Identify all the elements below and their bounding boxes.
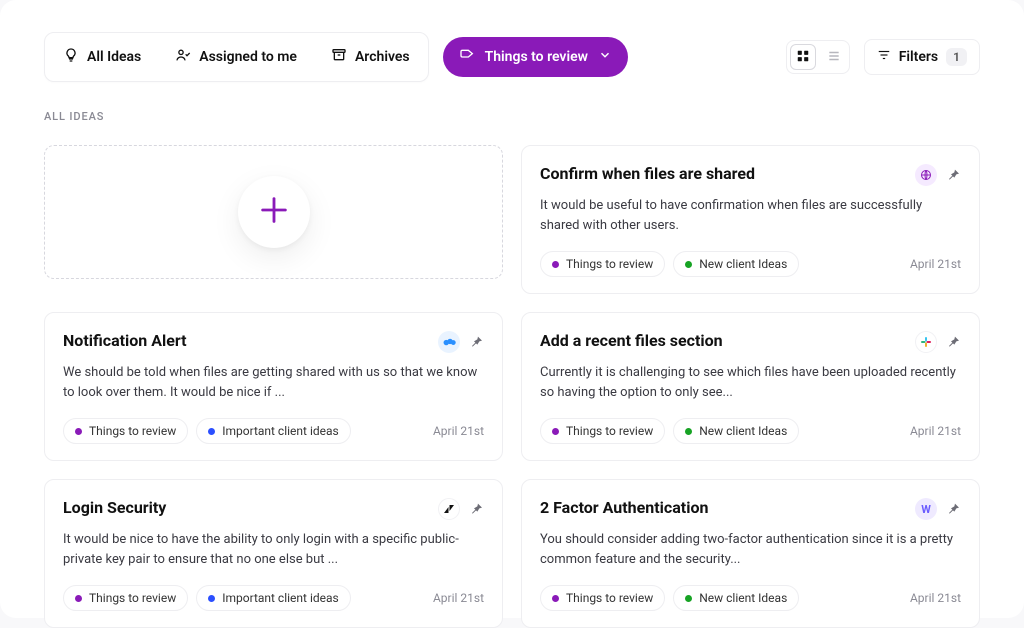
dot-icon bbox=[685, 261, 692, 268]
zendesk-icon bbox=[438, 498, 460, 520]
slack-icon bbox=[915, 331, 937, 353]
card-date: April 21st bbox=[433, 424, 484, 438]
card-title: 2 Factor Authentication bbox=[540, 498, 708, 517]
filters-label: Filters bbox=[899, 49, 938, 65]
pin-icon[interactable] bbox=[468, 501, 484, 517]
tag-review[interactable]: Things to review bbox=[540, 418, 665, 444]
tag-secondary[interactable]: New client Ideas bbox=[673, 585, 799, 611]
tag-secondary[interactable]: New client Ideas bbox=[673, 418, 799, 444]
card-description: We should be told when files are getting… bbox=[63, 363, 484, 402]
nav-review-label: Things to review bbox=[485, 49, 588, 65]
pin-icon[interactable] bbox=[468, 334, 484, 350]
section-heading: ALL IDEAS bbox=[44, 110, 980, 123]
top-bar: All Ideas Assigned to me Archives bbox=[44, 32, 980, 82]
dot-icon bbox=[75, 595, 82, 602]
nav-assigned-label: Assigned to me bbox=[199, 49, 297, 65]
card-description: It would be useful to have confirmation … bbox=[540, 196, 961, 235]
nav-things-to-review[interactable]: Things to review bbox=[443, 37, 628, 77]
dot-icon bbox=[685, 428, 692, 435]
tag-review[interactable]: Things to review bbox=[540, 251, 665, 277]
view-grid-button[interactable] bbox=[790, 44, 816, 70]
pin-icon[interactable] bbox=[945, 167, 961, 183]
cards-grid: Confirm when files are shared It would b… bbox=[44, 145, 980, 628]
card-description: Currently it is challenging to see which… bbox=[540, 363, 961, 402]
pin-icon[interactable] bbox=[945, 334, 961, 350]
idea-card[interactable]: Login Security It would be nice to have … bbox=[44, 479, 503, 628]
card-title: Notification Alert bbox=[63, 331, 187, 350]
nav-all-ideas[interactable]: All Ideas bbox=[53, 39, 151, 75]
dot-icon bbox=[75, 428, 82, 435]
filters-count-badge: 1 bbox=[946, 48, 967, 66]
filters-button[interactable]: Filters 1 bbox=[864, 39, 980, 75]
idea-card[interactable]: Add a recent files section Currently it … bbox=[521, 312, 980, 461]
dot-icon bbox=[208, 428, 215, 435]
dot-icon bbox=[552, 261, 559, 268]
view-toggle bbox=[786, 40, 850, 74]
salesforce-icon bbox=[438, 331, 460, 353]
card-date: April 21st bbox=[433, 591, 484, 605]
tag-review[interactable]: Things to review bbox=[540, 585, 665, 611]
nav-archives-label: Archives bbox=[355, 49, 410, 65]
w-icon: W bbox=[915, 498, 937, 520]
archive-icon bbox=[331, 47, 347, 67]
card-date: April 21st bbox=[910, 424, 961, 438]
tag-secondary[interactable]: Important client ideas bbox=[196, 418, 351, 444]
lightbulb-icon bbox=[63, 47, 79, 67]
chevron-down-icon bbox=[598, 48, 612, 66]
tag-icon bbox=[459, 47, 475, 67]
filter-icon bbox=[877, 48, 891, 66]
tag-secondary[interactable]: New client Ideas bbox=[673, 251, 799, 277]
plus-circle bbox=[238, 176, 310, 248]
nav-tabs-group: All Ideas Assigned to me Archives bbox=[44, 32, 429, 82]
tag-secondary[interactable]: Important client ideas bbox=[196, 585, 351, 611]
user-check-icon bbox=[175, 47, 191, 67]
idea-card[interactable]: Notification Alert We should be told whe… bbox=[44, 312, 503, 461]
card-title: Add a recent files section bbox=[540, 331, 723, 350]
tag-review[interactable]: Things to review bbox=[63, 418, 188, 444]
globe-icon bbox=[915, 164, 937, 186]
card-description: You should consider adding two-factor au… bbox=[540, 530, 961, 569]
view-list-button[interactable] bbox=[819, 41, 849, 73]
card-date: April 21st bbox=[910, 591, 961, 605]
idea-card[interactable]: Confirm when files are shared It would b… bbox=[521, 145, 980, 294]
idea-card[interactable]: 2 Factor Authentication W You should con… bbox=[521, 479, 980, 628]
nav-assigned[interactable]: Assigned to me bbox=[165, 39, 307, 75]
dot-icon bbox=[552, 595, 559, 602]
dot-icon bbox=[685, 595, 692, 602]
pin-icon[interactable] bbox=[945, 501, 961, 517]
card-title: Login Security bbox=[63, 498, 166, 517]
card-description: It would be nice to have the ability to … bbox=[63, 530, 484, 569]
card-title: Confirm when files are shared bbox=[540, 164, 755, 183]
card-date: April 21st bbox=[910, 257, 961, 271]
nav-all-ideas-label: All Ideas bbox=[87, 49, 141, 65]
plus-icon bbox=[257, 193, 291, 231]
dot-icon bbox=[208, 595, 215, 602]
tag-review[interactable]: Things to review bbox=[63, 585, 188, 611]
new-idea-card[interactable] bbox=[44, 145, 503, 279]
dot-icon bbox=[552, 428, 559, 435]
grid-icon bbox=[796, 48, 810, 67]
list-icon bbox=[827, 48, 841, 67]
nav-archives[interactable]: Archives bbox=[321, 39, 420, 75]
